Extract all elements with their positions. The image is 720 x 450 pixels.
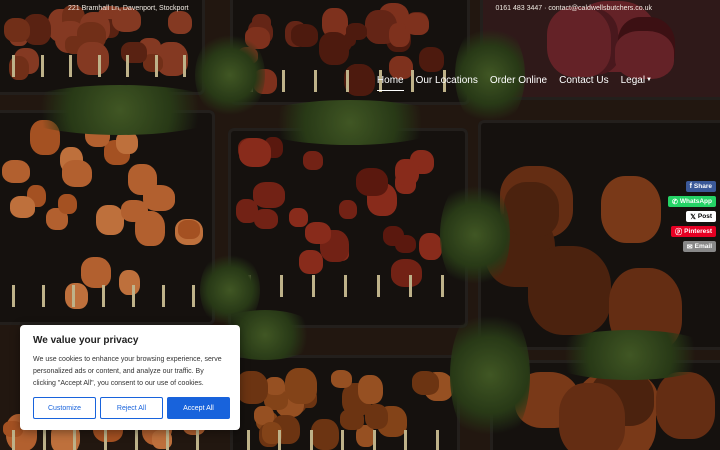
share-whatsapp-button[interactable]: ✆ WhatsApp <box>667 196 716 207</box>
cookie-title: We value your privacy <box>33 335 139 346</box>
contact-text[interactable]: 0161 483 3447 · contact@caldwellsbutcher… <box>495 5 652 12</box>
chevron-down-icon: ▼ <box>646 77 652 83</box>
share-x-label: Post <box>697 213 712 220</box>
share-pinterest-button[interactable]: ⓟ Pinterest <box>671 226 716 237</box>
pinterest-icon: ⓟ <box>675 228 683 236</box>
cookie-description: We use cookies to enhance your browsing … <box>33 356 222 387</box>
main-nav: Home Our Locations Order Online Contact … <box>376 75 652 91</box>
x-icon: 𝕏 <box>690 213 696 221</box>
share-email-label: Email <box>694 243 712 250</box>
nav-contact-us[interactable]: Contact Us <box>559 75 608 86</box>
nav-our-locations[interactable]: Our Locations <box>416 75 478 86</box>
cookie-buttons: Customize Reject All Accept All <box>33 397 230 419</box>
customize-button[interactable]: Customize <box>33 397 96 419</box>
share-whatsapp-label: WhatsApp <box>679 198 712 205</box>
nav-legal-label: Legal <box>620 75 646 86</box>
share-facebook-button[interactable]: f Share <box>685 181 716 192</box>
reject-all-button[interactable]: Reject All <box>100 397 163 419</box>
share-x-button[interactable]: 𝕏 Post <box>686 211 716 222</box>
email-icon: ✉ <box>686 243 693 251</box>
address-text: 221 Bramhall Ln, Davenport, Stockport <box>68 5 189 12</box>
share-buttons: f Share ✆ WhatsApp 𝕏 Post ⓟ Pinterest ✉ … <box>667 181 716 252</box>
share-pinterest-label: Pinterest <box>684 228 712 235</box>
share-email-button[interactable]: ✉ Email <box>682 241 716 252</box>
nav-home[interactable]: Home <box>376 75 404 91</box>
nav-order-online[interactable]: Order Online <box>490 75 547 86</box>
facebook-icon: f <box>689 183 692 190</box>
whatsapp-icon: ✆ <box>671 198 678 206</box>
cookie-consent-banner: We value your privacy We use cookies to … <box>20 325 240 430</box>
accept-all-button[interactable]: Accept All <box>167 397 230 419</box>
top-info-bar: 221 Bramhall Ln, Davenport, Stockport 01… <box>0 4 720 16</box>
share-facebook-label: Share <box>693 183 712 190</box>
nav-legal[interactable]: Legal▼ <box>621 75 652 86</box>
